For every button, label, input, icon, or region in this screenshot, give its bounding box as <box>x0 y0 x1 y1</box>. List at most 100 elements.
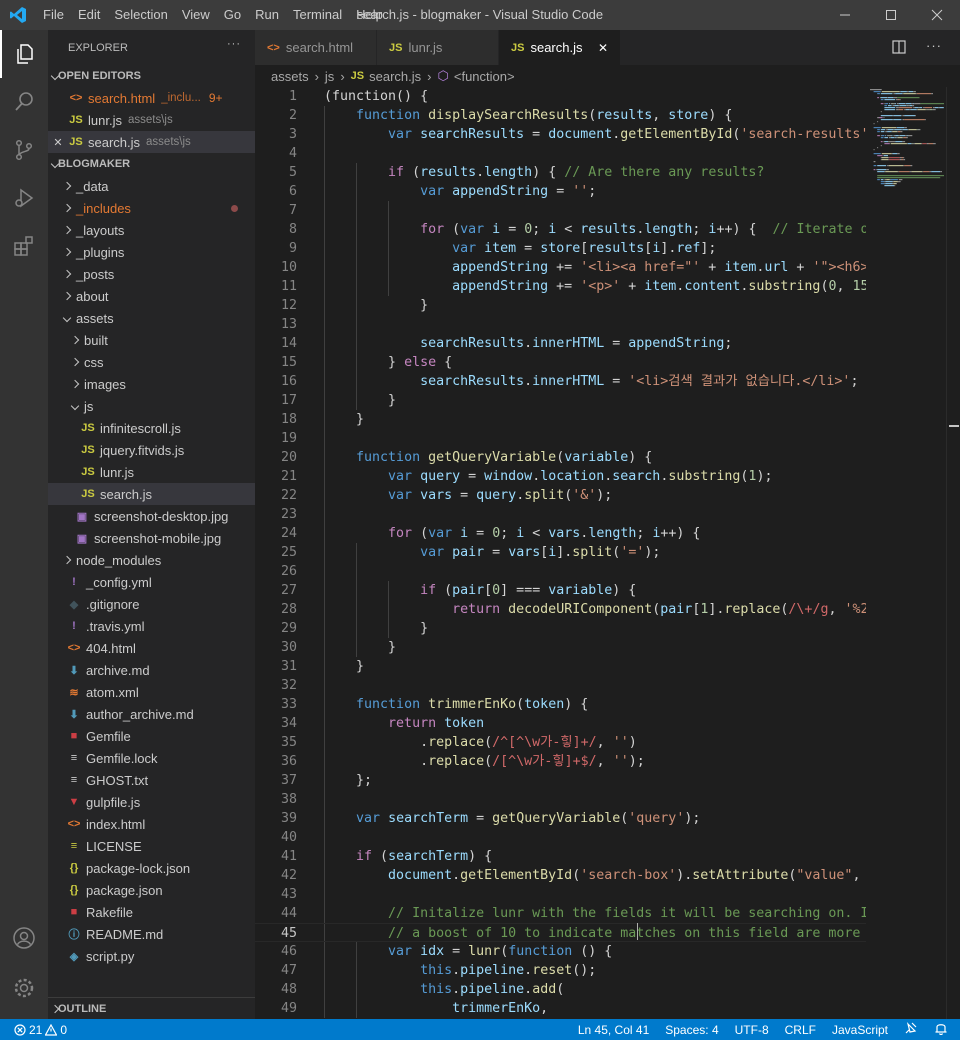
code-line[interactable]: 43 <box>255 885 866 904</box>
code-line[interactable]: 29 } <box>255 619 866 638</box>
code-line[interactable]: 46 var idx = lunr(function () { <box>255 942 866 961</box>
folder-assets[interactable]: assets <box>48 307 255 329</box>
file-index-html[interactable]: <> index.html <box>48 813 255 835</box>
extensions-icon[interactable] <box>0 222 48 270</box>
code-line[interactable]: 13 <box>255 315 866 334</box>
file-search-js[interactable]: JS search.js <box>48 483 255 505</box>
code-line[interactable]: 49 trimmerEnKo, <box>255 999 866 1018</box>
indentation[interactable]: Spaces: 4 <box>657 1023 726 1037</box>
code-line[interactable]: 48 this.pipeline.add( <box>255 980 866 999</box>
code-line[interactable]: 34 return token <box>255 714 866 733</box>
code-line[interactable]: 26 <box>255 562 866 581</box>
menu-help[interactable]: Help <box>349 0 390 30</box>
code-line[interactable]: 38 <box>255 790 866 809</box>
menu-run[interactable]: Run <box>248 0 286 30</box>
code-line[interactable]: 21 var query = window.location.search.su… <box>255 467 866 486</box>
breadcrumb-item[interactable]: assets <box>271 69 309 84</box>
code-line[interactable]: 24 for (var i = 0; i < vars.length; i++)… <box>255 524 866 543</box>
manage-gear-icon[interactable] <box>0 964 48 1012</box>
code-line[interactable]: 18 } <box>255 410 866 429</box>
file-screenshot-desktop-jpg[interactable]: ▣ screenshot-desktop.jpg <box>48 505 255 527</box>
menu-view[interactable]: View <box>175 0 217 30</box>
file--config-yml[interactable]: ! _config.yml <box>48 571 255 593</box>
folder-built[interactable]: built <box>48 329 255 351</box>
menu-go[interactable]: Go <box>217 0 248 30</box>
file--gitignore[interactable]: ◆ .gitignore <box>48 593 255 615</box>
code-line[interactable]: 19 <box>255 429 866 448</box>
open-editor-item[interactable]: ✕ JS search.js assets\js <box>48 131 255 153</box>
feedback-icon[interactable] <box>896 1021 926 1038</box>
folder--layouts[interactable]: _layouts <box>48 219 255 241</box>
file-package-json[interactable]: {} package.json <box>48 879 255 901</box>
folder--includes[interactable]: _includes <box>48 197 255 219</box>
code-line[interactable]: 9 var item = store[results[i].ref]; <box>255 239 866 258</box>
source-control-icon[interactable] <box>0 126 48 174</box>
outline-header[interactable]: OUTLINE <box>48 997 255 1019</box>
folder-node-modules[interactable]: node_modules <box>48 549 255 571</box>
code-line[interactable]: 8 for (var i = 0; i < results.length; i+… <box>255 220 866 239</box>
file-readme-md[interactable]: ⓘ README.md <box>48 923 255 945</box>
code-line[interactable]: 16 searchResults.innerHTML = '<li>검색 결과가… <box>255 372 866 391</box>
file-screenshot-mobile-jpg[interactable]: ▣ screenshot-mobile.jpg <box>48 527 255 549</box>
file-license[interactable]: ≡ LICENSE <box>48 835 255 857</box>
tab-search-html[interactable]: <> search.html <box>255 30 377 65</box>
file-lunr-js[interactable]: JS lunr.js <box>48 461 255 483</box>
close-icon[interactable]: ✕ <box>50 136 66 149</box>
file-author-archive-md[interactable]: ⬇ author_archive.md <box>48 703 255 725</box>
code-line[interactable]: 41 if (searchTerm) { <box>255 847 866 866</box>
tab-lunr-js[interactable]: JS lunr.js <box>377 30 499 65</box>
open-editor-item[interactable]: JS lunr.js assets\js <box>48 109 255 131</box>
code-line[interactable]: 31 } <box>255 657 866 676</box>
file--travis-yml[interactable]: ! .travis.yml <box>48 615 255 637</box>
code-line[interactable]: 37 }; <box>255 771 866 790</box>
code-line[interactable]: 14 searchResults.innerHTML = appendStrin… <box>255 334 866 353</box>
run-debug-icon[interactable] <box>0 174 48 222</box>
code-line[interactable]: 12 } <box>255 296 866 315</box>
explorer-icon[interactable] <box>0 30 48 78</box>
file-archive-md[interactable]: ⬇ archive.md <box>48 659 255 681</box>
code-line[interactable]: 47 this.pipeline.reset(); <box>255 961 866 980</box>
breadcrumb-item[interactable]: search.js <box>369 69 421 84</box>
code-line[interactable]: 44 // Initalize lunr with the fields it … <box>255 904 866 923</box>
code-line[interactable]: 28 return decodeURIComponent(pair[1].rep… <box>255 600 866 619</box>
menu-terminal[interactable]: Terminal <box>286 0 349 30</box>
open-editors-header[interactable]: OPEN EDITORS <box>48 65 255 87</box>
menu-file[interactable]: File <box>36 0 71 30</box>
encoding[interactable]: UTF-8 <box>727 1023 777 1037</box>
cursor-position[interactable]: Ln 45, Col 41 <box>570 1023 657 1037</box>
minimize-icon[interactable] <box>822 0 868 30</box>
code-line[interactable]: 45 // a boost of 10 to indicate matches … <box>255 923 866 942</box>
split-editor-icon[interactable] <box>891 39 907 58</box>
code-line[interactable]: 4 <box>255 144 866 163</box>
code-line[interactable]: 3 var searchResults = document.getElemen… <box>255 125 866 144</box>
file-atom-xml[interactable]: ≋ atom.xml <box>48 681 255 703</box>
folder-js[interactable]: js <box>48 395 255 417</box>
code-line[interactable]: 10 appendString += '<li><a href="' + ite… <box>255 258 866 277</box>
code-line[interactable]: 27 if (pair[0] === variable) { <box>255 581 866 600</box>
folder--plugins[interactable]: _plugins <box>48 241 255 263</box>
maximize-icon[interactable] <box>868 0 914 30</box>
folder-images[interactable]: images <box>48 373 255 395</box>
folder-about[interactable]: about <box>48 285 255 307</box>
tab-search-js[interactable]: JS search.js ✕ <box>499 30 621 65</box>
minimap[interactable] <box>866 87 946 1019</box>
code-line[interactable]: 7 <box>255 201 866 220</box>
file-package-lock-json[interactable]: {} package-lock.json <box>48 857 255 879</box>
folder-css[interactable]: css <box>48 351 255 373</box>
open-editor-item[interactable]: <> search.html _inclu... 9+ <box>48 87 255 109</box>
accounts-icon[interactable] <box>0 914 48 962</box>
code-line[interactable]: 2 function displaySearchResults(results,… <box>255 106 866 125</box>
code-line[interactable]: 42 document.getElementById('search-box')… <box>255 866 866 885</box>
code-line[interactable]: 25 var pair = vars[i].split('='); <box>255 543 866 562</box>
close-tab-icon[interactable]: ✕ <box>598 41 608 55</box>
project-header[interactable]: BLOGMAKER <box>48 153 255 175</box>
more-actions-icon[interactable]: ··· <box>227 38 241 50</box>
file-jquery-fitvids-js[interactable]: JS jquery.fitvids.js <box>48 439 255 461</box>
language-mode[interactable]: JavaScript <box>824 1023 896 1037</box>
code-line[interactable]: 30 } <box>255 638 866 657</box>
menu-edit[interactable]: Edit <box>71 0 107 30</box>
code-line[interactable]: 39 var searchTerm = getQueryVariable('qu… <box>255 809 866 828</box>
breadcrumb-item[interactable]: js <box>325 69 334 84</box>
file-gemfile-lock[interactable]: ≡ Gemfile.lock <box>48 747 255 769</box>
file-gemfile[interactable]: ■ Gemfile <box>48 725 255 747</box>
